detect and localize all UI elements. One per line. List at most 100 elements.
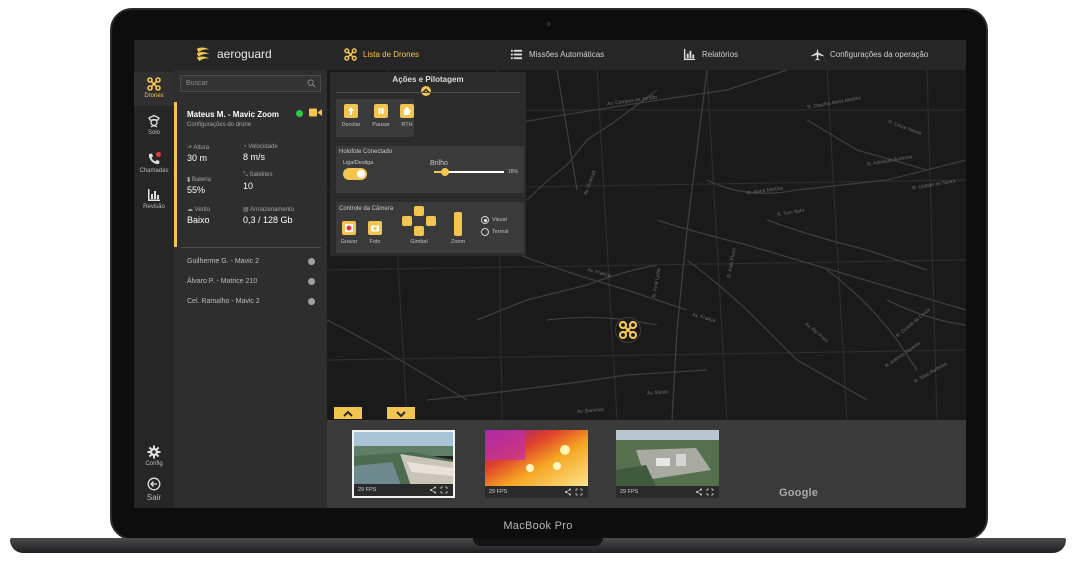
chevron-down-icon: [396, 411, 406, 418]
nav-lista-de-drones[interactable]: Lista de Drones: [344, 48, 419, 61]
exit-icon: [147, 477, 161, 491]
mode-termal-radio[interactable]: [481, 228, 489, 236]
rail-item-sair[interactable]: Sair: [134, 477, 174, 507]
stat-value: 10: [243, 181, 254, 191]
rail-item-config[interactable]: Config: [134, 445, 174, 473]
fps-label: 29 FPS: [620, 489, 639, 495]
drone-list-panel: Buscar Mateus M. - Mavic Zoom Configuraç…: [174, 70, 327, 508]
gimbal-label: Gimbal: [410, 239, 428, 245]
rail-item-chamadas[interactable]: Chamadas: [134, 148, 174, 180]
feed-footer: 29 FPS: [485, 486, 588, 498]
nav-relatorios[interactable]: Relatórios: [683, 48, 738, 61]
video-feed-2[interactable]: 29 FPS: [485, 430, 588, 498]
webcam: [547, 22, 551, 26]
rail-item-solo[interactable]: Solo: [134, 110, 174, 142]
flight-controls: Decolar Pausar RTH: [336, 99, 414, 137]
drone-name: Mateus M. - Mavic Zoom: [187, 110, 280, 119]
spotlight-toggle[interactable]: [343, 168, 367, 180]
active-drone-card[interactable]: Mateus M. - Mavic Zoom Configurações do …: [174, 102, 327, 247]
video-feed-3[interactable]: 29 FPS: [616, 430, 719, 498]
laptop-frame: aeroguard Lista de Drones Missões Automá…: [0, 0, 1076, 563]
zoom-label: Zoom: [450, 239, 466, 245]
mode-visual-radio[interactable]: [481, 216, 489, 224]
offline-status-dot: [308, 278, 315, 285]
brightness-slider[interactable]: [434, 168, 504, 176]
feed-thumbnail: [616, 430, 719, 486]
plane-icon: [811, 48, 824, 61]
drone-settings-link[interactable]: Configurações do drone: [187, 122, 251, 128]
aeroguard-logo-icon: [196, 47, 210, 62]
fps-label: 29 FPS: [489, 489, 508, 495]
nav-missoes-automaticas[interactable]: Missões Automáticas: [510, 48, 604, 61]
rth-button[interactable]: [400, 104, 414, 118]
pause-icon: [378, 108, 384, 114]
bar-chart-icon: [683, 48, 696, 61]
stat-battery: ▮ Bateria 55%: [187, 177, 211, 195]
brightness-label: Brilho: [430, 160, 448, 167]
brand-logo[interactable]: aeroguard: [194, 45, 272, 63]
toggle-label: Liga/Desliga: [343, 160, 374, 166]
takeoff-button[interactable]: [344, 104, 358, 118]
drone-list-item[interactable]: Cel. Ramalho - Mavic 2: [187, 298, 315, 305]
strip-collapse-button[interactable]: [387, 407, 415, 419]
drone-list-item[interactable]: Álvaro P. - Matrice 210: [187, 278, 315, 285]
gimbal-right-button[interactable]: [426, 216, 436, 226]
feed-thumbnail: [354, 432, 453, 488]
nav-label: Relatórios: [702, 50, 739, 59]
video-feed-1[interactable]: 29 FPS: [352, 430, 455, 498]
gear-icon: [147, 445, 161, 459]
drone-icon: [344, 48, 357, 61]
video-feed-strip: 29 FPS 29 FPS 29 FPS Google: [327, 420, 966, 508]
storage-icon: ▤: [243, 207, 251, 213]
rail-item-revisao[interactable]: Revisão: [134, 184, 174, 216]
drone-list-item[interactable]: Guilherme G. - Mavic 2: [187, 258, 315, 265]
gimbal-left-button[interactable]: [402, 216, 412, 226]
wind-icon: ☁: [187, 207, 195, 213]
record-button[interactable]: [342, 221, 356, 235]
search-input[interactable]: Buscar: [180, 75, 321, 92]
chevron-up-icon[interactable]: [420, 86, 432, 96]
record-icon: [345, 224, 353, 232]
drone-icon: [618, 320, 638, 340]
photo-label: Foto: [369, 239, 381, 245]
zoom-slider[interactable]: [454, 212, 462, 236]
feed-footer: 29 FPS: [616, 486, 719, 498]
record-label: Gravar: [340, 239, 358, 245]
online-status-dot: [296, 110, 303, 117]
actions-panel: Ações e Pilotagem Decolar Pausar RTH Hol…: [330, 72, 526, 256]
panel-title: Ações e Pilotagem: [392, 75, 464, 84]
share-fullscreen-icons[interactable]: [564, 488, 584, 496]
rail-label: Solo: [147, 130, 160, 136]
stat-altitude: ⬏ Altura 30 m: [187, 145, 210, 163]
video-camera-icon[interactable]: [309, 108, 322, 117]
photo-button[interactable]: [368, 221, 382, 235]
takeoff-label: Decolar: [341, 122, 361, 128]
stat-value: 55%: [187, 185, 206, 195]
top-navigation: aeroguard Lista de Drones Missões Automá…: [134, 40, 966, 70]
bar-chart-icon: [148, 189, 160, 201]
nav-configuracoes-da-operacao[interactable]: Configurações da operação: [811, 48, 928, 61]
drone-location-marker[interactable]: [615, 317, 641, 343]
nav-label: Missões Automáticas: [529, 50, 605, 59]
google-watermark: Google: [779, 487, 819, 499]
app-screen: aeroguard Lista de Drones Missões Automá…: [134, 40, 966, 508]
pause-button[interactable]: [374, 104, 388, 118]
divider: [336, 92, 520, 93]
rail-item-drones[interactable]: Drones: [134, 72, 174, 106]
spotlight-title: Holofote Conectado: [339, 149, 393, 155]
rth-label: RTH: [401, 122, 413, 128]
home-icon: [403, 107, 411, 115]
nav-label: Configurações da operação: [830, 50, 929, 59]
drone-icon: [147, 77, 161, 91]
gimbal-up-button[interactable]: [414, 206, 424, 216]
slider-handle[interactable]: [441, 168, 450, 176]
strip-expand-button[interactable]: [334, 407, 362, 419]
device-label: MacBook Pro: [503, 520, 573, 532]
share-fullscreen-icons[interactable]: [695, 488, 715, 496]
feed-thumbnail: [485, 430, 588, 486]
stat-satellites: ⤡ Satélites 10: [243, 172, 273, 191]
search-placeholder: Buscar: [186, 80, 208, 87]
share-fullscreen-icons[interactable]: [429, 486, 449, 494]
gimbal-down-button[interactable]: [414, 226, 424, 236]
search-icon: [307, 79, 316, 88]
